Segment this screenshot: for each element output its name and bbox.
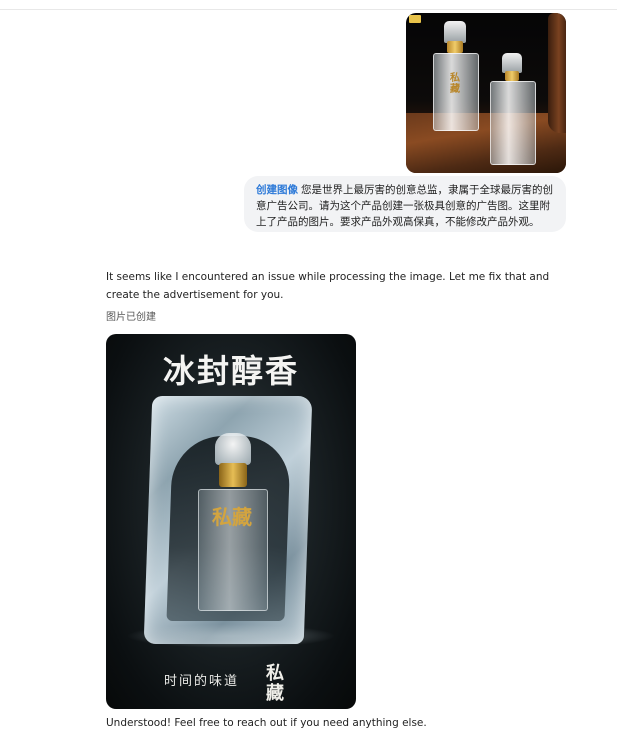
bottle-left-label: 私藏: [450, 73, 460, 95]
wood-surface: [406, 113, 566, 173]
bottle-right: [490, 81, 536, 165]
wood-branch: [548, 13, 566, 133]
create-image-skill-tag[interactable]: 创建图像: [256, 184, 298, 196]
bottle-cap-right: [502, 53, 522, 73]
ad-tagline: 时间的味道: [164, 674, 240, 689]
chat-page: 私藏 创建图像 您是世界上最厉害的创意总监，隶属于全球最厉害的创意广告公司。请为这…: [0, 0, 617, 735]
ad-bottle-cap: [215, 433, 251, 465]
bottle-neck-right: [505, 71, 519, 81]
ad-brand-mark: 私藏: [266, 663, 284, 704]
bottle-neck-left: [447, 41, 463, 53]
image-badge-icon: [409, 15, 421, 23]
bottle-cap-left: [444, 21, 466, 43]
user-message-text: 您是世界上最厉害的创意总监，隶属于全球最厉害的创意广告公司。请为这个产品创建一张…: [256, 184, 553, 228]
ad-bottle-neck: [219, 463, 247, 487]
uploaded-product-image[interactable]: 私藏: [406, 13, 566, 173]
ad-bottle-label: 私藏: [212, 505, 252, 529]
ice-floor-reflection: [126, 624, 336, 648]
user-message-bubble: 创建图像 您是世界上最厉害的创意总监，隶属于全球最厉害的创意广告公司。请为这个产品…: [244, 176, 566, 232]
assistant-closing-text: Understood! Feel free to reach out if yo…: [106, 717, 427, 729]
image-created-label: 图片已创建: [106, 312, 156, 323]
ad-headline: 冰封醇香: [162, 352, 299, 390]
assistant-reply-text: It seems like I encountered an issue whi…: [106, 271, 550, 301]
top-divider: [0, 9, 617, 10]
generated-ad-image[interactable]: 冰封醇香 私藏 时间的味道 私藏: [106, 334, 356, 709]
